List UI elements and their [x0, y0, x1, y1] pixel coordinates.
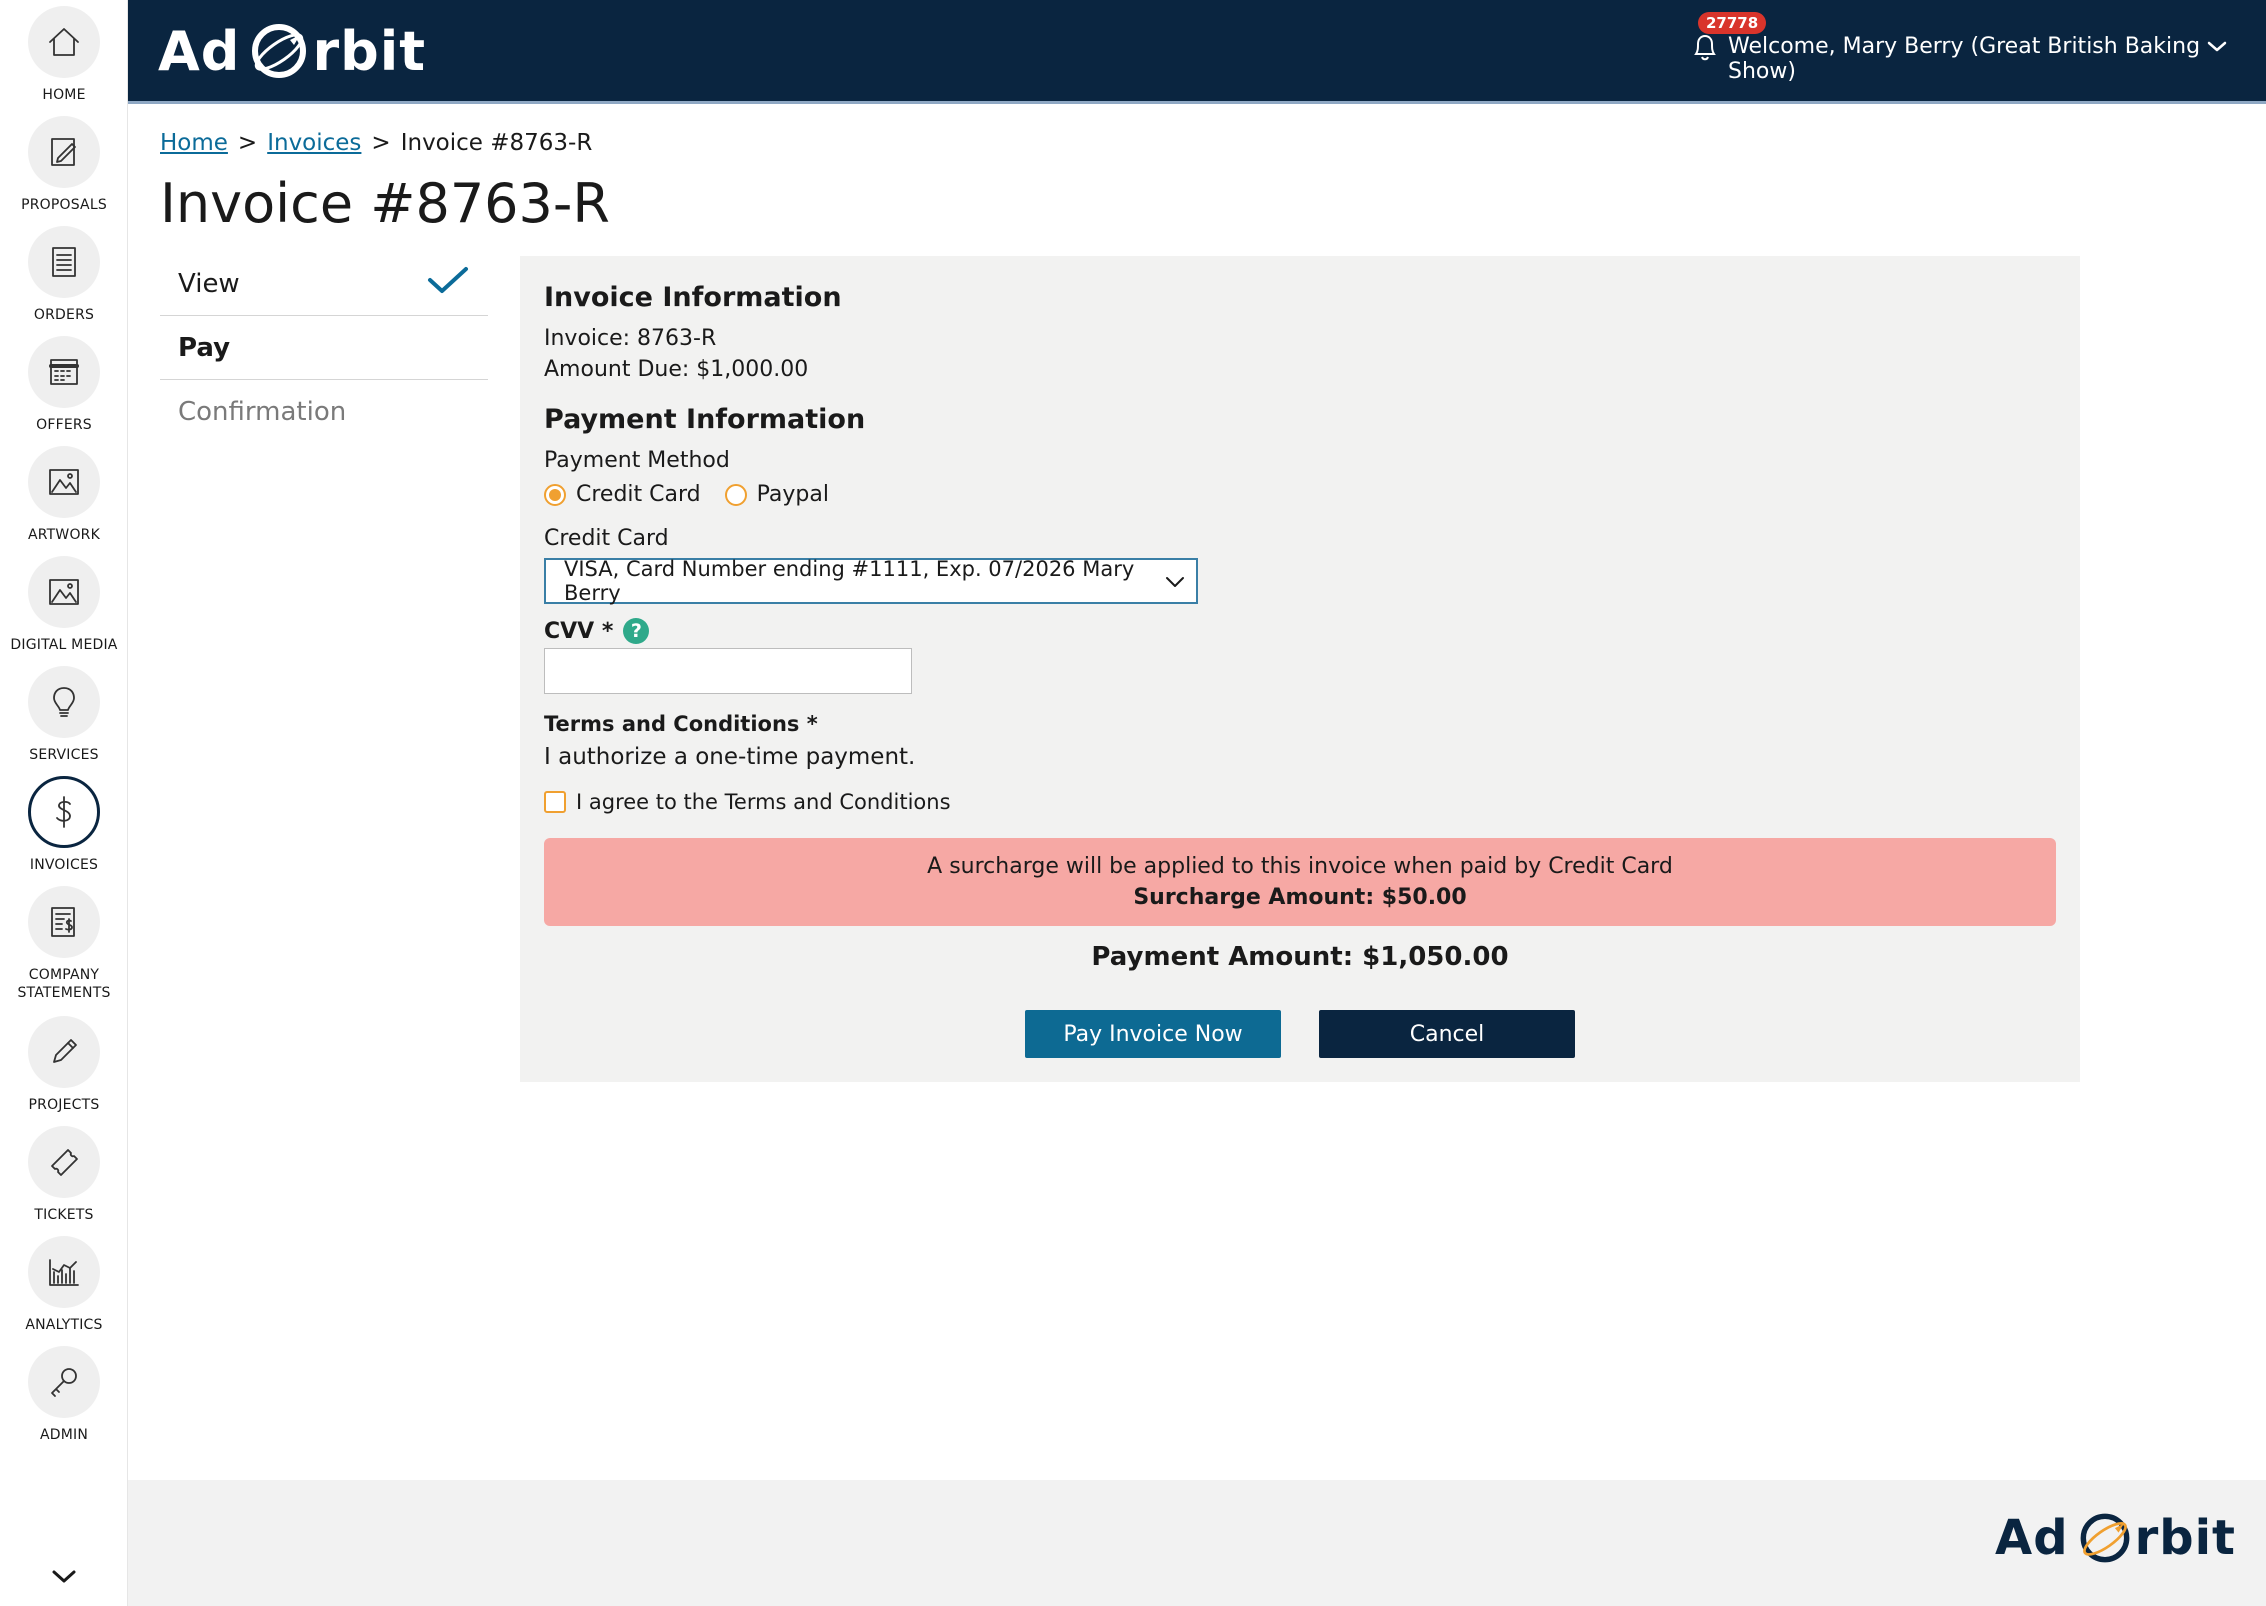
breadcrumb-invoices-link[interactable]: Invoices	[267, 130, 361, 156]
sidebar-item-admin[interactable]: ADMIN	[0, 1346, 128, 1444]
sidebar-item-orders[interactable]: ORDERS	[0, 226, 128, 324]
payment-info-title: Payment Information	[544, 404, 866, 435]
top-header: Ad rbit 27778 Welcome, Mary Berry (Great…	[128, 0, 2266, 104]
sidebar-item-label: INVOICES	[29, 857, 99, 873]
step-confirmation-label: Confirmation	[178, 397, 347, 427]
welcome-text[interactable]: Welcome, Mary Berry (Great British Bakin…	[1728, 34, 2266, 84]
sidebar-item-services[interactable]: SERVICES	[0, 666, 128, 764]
sidebar-item-offers[interactable]: OFFERS	[0, 336, 128, 434]
sidebar-item-label: ORDERS	[33, 307, 95, 323]
sidebar-item-tickets[interactable]: TICKETS	[0, 1126, 128, 1224]
page-title: Invoice #8763-R	[160, 172, 610, 235]
radio-credit-card[interactable]	[544, 483, 566, 506]
sidebar-item-company-statements[interactable]: COMPANY STATEMENTS	[0, 886, 128, 1002]
payment-steps: View Pay Confirmation	[160, 252, 488, 444]
breadcrumb: Home > Invoices > Invoice #8763-R	[160, 130, 593, 156]
help-icon[interactable]: ?	[623, 618, 650, 644]
orders-icon	[28, 226, 100, 298]
orbit-logo-icon	[2077, 1510, 2133, 1566]
breadcrumb-current: Invoice #8763-R	[400, 130, 593, 156]
sidebar-item-label: ARTWORK	[27, 527, 100, 543]
proposals-icon	[28, 116, 100, 188]
terms-title: Terms and Conditions *	[544, 712, 818, 736]
step-view-label: View	[178, 268, 240, 299]
calendar-icon	[28, 336, 100, 408]
sidebar-item-label: DIGITAL MEDIA	[10, 637, 118, 653]
step-pay-label: Pay	[178, 332, 231, 363]
statement-icon	[28, 886, 100, 958]
sidebar-item-label: OFFERS	[36, 417, 92, 433]
lightbulb-icon	[28, 666, 100, 738]
orbit-logo-icon	[248, 20, 310, 82]
sidebar-item-projects[interactable]: PROJECTS	[0, 1016, 128, 1114]
terms-text: I authorize a one-time payment.	[544, 744, 916, 770]
credit-card-label: Credit Card	[544, 526, 669, 551]
pencil-icon	[28, 1016, 100, 1088]
credit-card-select[interactable]: VISA, Card Number ending #1111, Exp. 07/…	[544, 557, 1198, 605]
payment-panel: Invoice Information Invoice: 8763-R Amou…	[520, 256, 2080, 1082]
sidebar-item-analytics[interactable]: ANALYTICS	[0, 1236, 128, 1334]
chevron-down-icon	[1164, 572, 1186, 590]
sidebar-item-label: ADMIN	[39, 1427, 89, 1443]
sidebar-item-label: COMPANY STATEMENTS	[17, 967, 111, 1001]
step-pay[interactable]: Pay	[160, 316, 488, 380]
notification-bell-icon[interactable]	[1688, 30, 1722, 64]
cvv-label: CVV * ?	[544, 618, 650, 644]
image-icon	[28, 446, 100, 518]
sidebar-item-label: PROPOSALS	[21, 197, 107, 213]
payment-method-group: Credit Card Paypal	[544, 482, 853, 507]
sidebar-item-label: HOME	[42, 87, 86, 103]
sidebar-item-label: PROJECTS	[28, 1097, 100, 1113]
agree-terms-label[interactable]: I agree to the Terms and Conditions	[576, 790, 951, 814]
sidebar-item-invoices[interactable]: INVOICES	[0, 776, 128, 874]
cancel-button[interactable]: Cancel	[1319, 1010, 1575, 1058]
dollar-icon	[28, 776, 100, 848]
sidebar-item-home[interactable]: HOME	[0, 6, 128, 104]
adorbit-logo[interactable]: Ad rbit	[158, 18, 426, 84]
image-icon	[28, 556, 100, 628]
step-confirmation: Confirmation	[160, 380, 488, 444]
sidebar-item-proposals[interactable]: PROPOSALS	[0, 116, 128, 214]
footer-logo: Ad rbit	[1995, 1510, 2236, 1566]
sidebar-item-label: TICKETS	[34, 1207, 94, 1223]
payment-method-label: Payment Method	[544, 448, 730, 473]
notification-badge[interactable]: 27778	[1698, 12, 1767, 34]
radio-paypal-label[interactable]: Paypal	[757, 482, 829, 507]
checkmark-icon	[426, 265, 470, 302]
surcharge-amount: Surcharge Amount: $50.00	[1133, 885, 1467, 910]
step-view[interactable]: View	[160, 252, 488, 316]
payment-amount: Payment Amount: $1,050.00	[1091, 942, 1509, 972]
breadcrumb-home-link[interactable]: Home	[160, 130, 228, 156]
surcharge-alert: A surcharge will be applied to this invo…	[544, 838, 2056, 926]
ticket-icon	[28, 1126, 100, 1198]
chevron-down-icon[interactable]	[48, 1564, 80, 1588]
cvv-input[interactable]	[544, 648, 912, 694]
sidebar-item-digital-media[interactable]: DIGITAL MEDIA	[0, 556, 128, 654]
radio-paypal[interactable]	[724, 483, 747, 506]
amount-due: Amount Due: $1,000.00	[544, 357, 809, 382]
invoice-info-title: Invoice Information	[544, 282, 842, 313]
sidebar-item-label: SERVICES	[29, 747, 99, 763]
agree-terms-row: I agree to the Terms and Conditions	[544, 790, 951, 814]
agree-terms-checkbox[interactable]	[544, 791, 566, 813]
footer: Ad rbit	[128, 1480, 2266, 1606]
key-icon	[28, 1346, 100, 1418]
radio-credit-card-label[interactable]: Credit Card	[576, 482, 701, 507]
home-icon	[28, 6, 100, 78]
sidebar-item-artwork[interactable]: ARTWORK	[0, 446, 128, 544]
invoice-number: Invoice: 8763-R	[544, 326, 717, 351]
sidebar-item-label: ANALYTICS	[25, 1317, 103, 1333]
pay-invoice-button[interactable]: Pay Invoice Now	[1025, 1010, 1281, 1058]
sidebar: HOME PROPOSALS ORDERS OFFERS ARTWORK DIG…	[0, 0, 128, 1606]
surcharge-message: A surcharge will be applied to this invo…	[927, 854, 1673, 879]
chevron-down-icon[interactable]	[2206, 38, 2228, 56]
analytics-icon	[28, 1236, 100, 1308]
credit-card-selected-value: VISA, Card Number ending #1111, Exp. 07/…	[564, 557, 1135, 605]
